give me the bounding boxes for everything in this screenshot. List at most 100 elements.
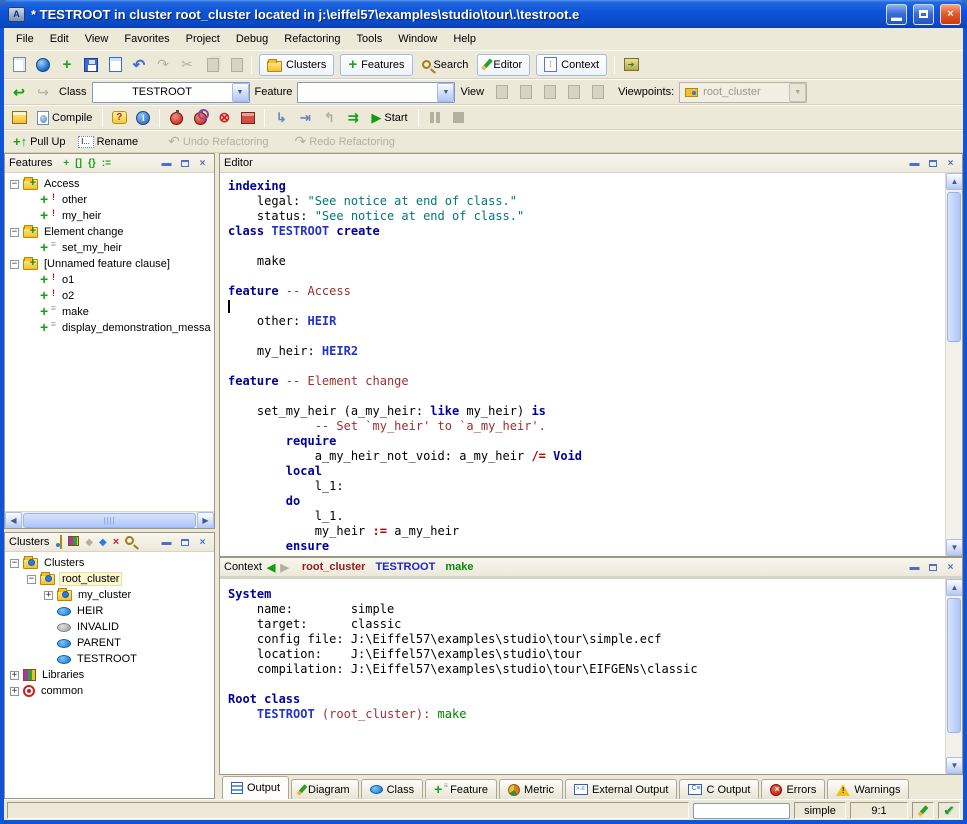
clusters-search-icon[interactable] (125, 536, 134, 548)
breakpoints-window-icon[interactable] (237, 108, 259, 128)
menu-tools[interactable]: Tools (349, 30, 391, 48)
tree-item-libraries[interactable]: +Libraries (5, 667, 214, 683)
context-maximize-icon[interactable] (925, 561, 940, 574)
search-button[interactable]: Search (417, 58, 474, 72)
view-basic-icon[interactable] (489, 82, 511, 102)
add-icon[interactable]: + (56, 55, 78, 75)
menu-edit[interactable]: Edit (42, 30, 77, 48)
tree-item-invalid[interactable]: INVALID (5, 619, 214, 635)
editor-code[interactable]: indexing legal: "See notice at end of cl… (220, 173, 945, 556)
tree-item-clusters[interactable]: −Clusters (5, 555, 214, 571)
editor-minimize-icon[interactable]: ▬ (907, 157, 922, 170)
tree-item-root-cluster[interactable]: −root_cluster (5, 571, 214, 587)
expander-icon[interactable]: − (10, 180, 19, 189)
paste-icon[interactable] (224, 55, 246, 75)
scroll-left-icon[interactable]: ◀ (5, 512, 22, 529)
tree-item-set-my-heir[interactable]: set_my_heir (5, 240, 214, 256)
features-minimize-icon[interactable]: ▬ (159, 157, 174, 170)
menu-debug[interactable]: Debug (228, 30, 276, 48)
context-toggle-button[interactable]: ⁞ Context (536, 54, 607, 76)
info-icon[interactable]: i (132, 108, 154, 128)
stop-icon[interactable] (448, 108, 470, 128)
menu-refactoring[interactable]: Refactoring (276, 30, 348, 48)
expander-icon[interactable]: + (10, 671, 19, 680)
class-combobox-arrow-icon[interactable]: ▼ (232, 83, 249, 102)
context-panel-titlebar[interactable]: Context ◀ ▶ root_clusterTESTROOTmake ▬ × (220, 558, 962, 577)
tree-item-my-heir[interactable]: my_heir (5, 208, 214, 224)
tab-warnings[interactable]: Warnings (827, 779, 909, 799)
menu-window[interactable]: Window (390, 30, 445, 48)
tab-class[interactable]: Class (361, 779, 424, 799)
tree-item-common[interactable]: +common (5, 683, 214, 699)
status-check-cell[interactable]: ✔ (938, 802, 960, 819)
expander-icon[interactable]: − (10, 228, 19, 237)
forward-icon[interactable]: ↪ (32, 82, 54, 102)
breadcrumb-root-cluster[interactable]: root_cluster (302, 561, 366, 573)
context-back-icon[interactable]: ◀ (267, 561, 275, 574)
step-out-icon[interactable]: ↰ (318, 108, 340, 128)
new-document-icon[interactable] (8, 55, 30, 75)
features-maximize-icon[interactable] (177, 157, 192, 170)
editor-panel-titlebar[interactable]: Editor ▬ × (220, 154, 962, 173)
breadcrumb-make[interactable]: make (445, 561, 473, 573)
title-bar[interactable]: A * TESTROOT in cluster root_cluster loc… (0, 0, 967, 28)
status-search-input[interactable] (693, 803, 790, 819)
external-commands-icon[interactable] (620, 55, 642, 75)
context-content[interactable]: System name: simple target: classic conf… (220, 579, 945, 774)
tree-item-o2[interactable]: o2 (5, 288, 214, 304)
run-no-stop-icon[interactable]: ⇉ (342, 108, 364, 128)
scroll-right-icon[interactable]: ▶ (197, 512, 214, 529)
new-library-icon[interactable] (68, 536, 79, 549)
back-icon[interactable]: ↩ (8, 82, 30, 102)
project-settings-icon[interactable] (8, 108, 30, 128)
help-bubble-icon[interactable]: ? (108, 108, 130, 128)
open-icon[interactable] (32, 55, 54, 75)
tree-item-my-cluster[interactable]: +my_cluster (5, 587, 214, 603)
expander-icon[interactable]: − (10, 559, 19, 568)
redo-refactoring-button[interactable]: ↷ Redo Refactoring (289, 132, 399, 151)
view-descendants-icon[interactable] (585, 82, 607, 102)
clusters-toggle-button[interactable]: Clusters (259, 54, 334, 76)
tab-metric[interactable]: Metric (499, 779, 563, 799)
expander-icon[interactable]: + (10, 687, 19, 696)
cut-icon[interactable]: ✂ (176, 55, 198, 75)
scroll-down-icon[interactable]: ▼ (946, 539, 962, 556)
context-minimize-icon[interactable]: ▬ (907, 561, 922, 574)
pause-icon[interactable] (424, 108, 446, 128)
clusters-close-icon[interactable]: × (195, 536, 210, 549)
tree-item-unnamed-feature-clause[interactable]: −[Unnamed feature clause] (5, 256, 214, 272)
tree-item-other[interactable]: other (5, 192, 214, 208)
menu-view[interactable]: View (77, 30, 117, 48)
editor-close-icon[interactable]: × (943, 157, 958, 170)
undo-icon[interactable]: ↶ (128, 55, 150, 75)
scroll-up-icon[interactable]: ▲ (946, 579, 962, 596)
pull-up-button[interactable]: +↑ Pull Up (8, 133, 71, 150)
copy-icon[interactable] (200, 55, 222, 75)
step-into-icon[interactable]: ↳ (270, 108, 292, 128)
tree-item-element-change[interactable]: −Element change (5, 224, 214, 240)
enable-breakpoints-icon[interactable] (165, 108, 187, 128)
tab-external-output[interactable]: External Output (565, 779, 677, 799)
view-ancestors-icon[interactable] (561, 82, 583, 102)
save-all-icon[interactable] (104, 55, 126, 75)
editor-vertical-scrollbar[interactable]: ▲ ▼ (945, 173, 962, 556)
scroll-up-icon[interactable]: ▲ (946, 173, 962, 190)
disable-breakpoints-icon[interactable] (189, 108, 211, 128)
delete-icon[interactable]: × (113, 536, 119, 548)
undo-refactoring-button[interactable]: ↶ Undo Refactoring (163, 132, 273, 151)
breadcrumb-testroot[interactable]: TESTROOT (375, 561, 435, 573)
clusters-panel-titlebar[interactable]: Clusters ◆ ◆ × ▬ × (5, 533, 214, 552)
expander-icon[interactable]: − (10, 260, 19, 269)
minimize-button[interactable]: ▬ (886, 4, 907, 25)
tab-feature[interactable]: Feature (425, 779, 497, 799)
tree-item-o1[interactable]: o1 (5, 272, 214, 288)
status-edit-cell[interactable] (912, 802, 934, 819)
features-horizontal-scrollbar[interactable]: ◀ |||| ▶ (5, 511, 214, 528)
add-feature-icon[interactable]: + (63, 158, 69, 169)
tree-item-make[interactable]: make (5, 304, 214, 320)
remove-breakpoints-icon[interactable]: ⊗ (213, 108, 235, 128)
braces-icon[interactable]: {} (88, 158, 96, 169)
assign-icon[interactable]: := (102, 158, 111, 169)
add-diamond-icon[interactable]: ◆ (99, 537, 107, 548)
context-close-icon[interactable]: × (943, 561, 958, 574)
